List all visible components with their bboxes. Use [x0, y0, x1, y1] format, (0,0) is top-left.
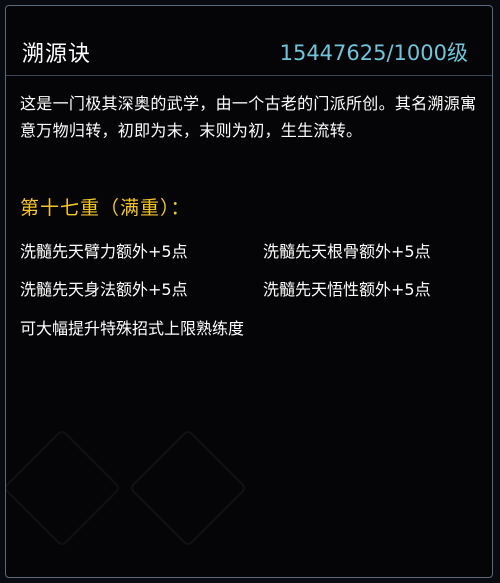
- bonus-agility: 洗髓先天身法额外+5点: [20, 280, 188, 299]
- skill-description: 这是一门极其深奥的武学，由一个古老的门派所创。其名溯源寓意万物归转，初即为末，末…: [20, 94, 477, 140]
- skill-level: 15447625/1000级: [279, 41, 468, 65]
- background-emblem: [6, 428, 122, 548]
- tier-heading: 第十七重（满重）：: [20, 197, 191, 219]
- bonus-comprehension: 洗髓先天悟性额外+5点: [263, 280, 431, 299]
- bonus-constitution: 洗髓先天根骨额外+5点: [263, 242, 431, 261]
- bonus-strength: 洗髓先天臂力额外+5点: [20, 242, 188, 261]
- skill-detail-panel: 溯源诀 15447625/1000级 这是一门极其深奥的武学，由一个古老的门派所…: [5, 5, 493, 578]
- skill-name: 溯源诀: [22, 42, 92, 67]
- header-divider: [6, 75, 492, 76]
- extra-effect: 可大幅提升特殊招式上限熟练度: [20, 319, 245, 338]
- background-emblem: [128, 428, 248, 548]
